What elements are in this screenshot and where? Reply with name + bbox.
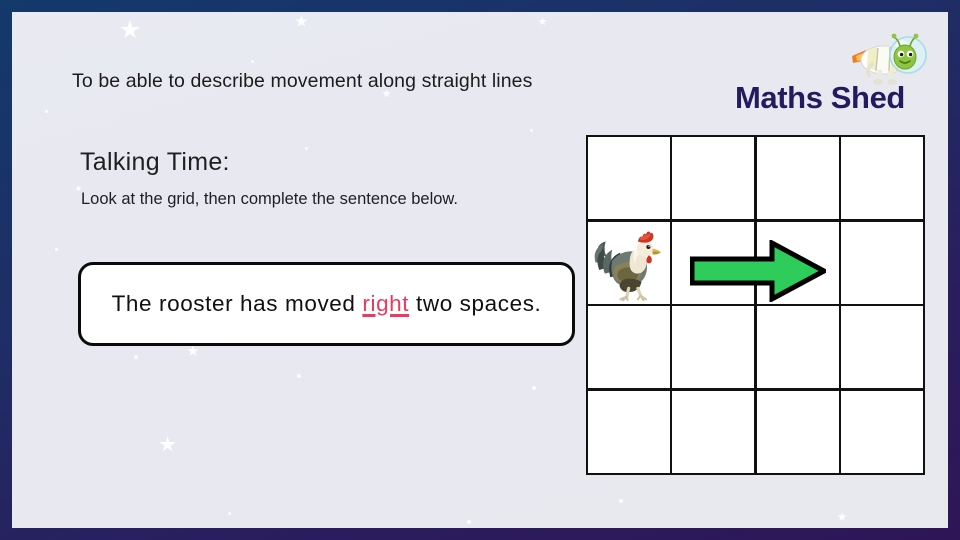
answer-sentence-prefix: The rooster has moved [111, 291, 363, 316]
grid-cell-r2c4[interactable] [841, 221, 923, 304]
maths-shed-logo: Maths Shed [735, 30, 940, 116]
grid-cell-r3c2[interactable] [672, 306, 755, 389]
grid-cell-r2c3[interactable] [756, 221, 839, 304]
grid-cell-r4c4[interactable] [841, 390, 923, 473]
dot-decoration-3 [530, 129, 533, 132]
answer-sentence: The rooster has moved right two spaces. [98, 287, 556, 321]
dot-decoration-4 [134, 355, 138, 359]
grid-cell-r1c4[interactable] [841, 137, 923, 220]
dot-decoration-0 [251, 60, 254, 63]
dot-decoration-10 [55, 248, 58, 251]
grid-cell-r3c3[interactable] [756, 306, 839, 389]
talking-time-instructions: Look at the grid, then complete the sent… [81, 190, 459, 208]
star-decoration-1 [295, 15, 308, 27]
movement-grid[interactable] [586, 135, 925, 475]
dot-decoration-11 [228, 512, 231, 515]
grid-cell-r4c1[interactable] [588, 390, 670, 473]
slide-canvas: To be able to describe movement along st… [12, 12, 948, 528]
slide-frame: To be able to describe movement along st… [0, 0, 960, 540]
answer-sentence-box[interactable]: The rooster has moved right two spaces. [78, 262, 575, 346]
star-decoration-0 [120, 20, 140, 39]
talking-time-heading: Talking Time: [80, 148, 230, 176]
grid-cell-r4c2[interactable] [672, 390, 755, 473]
dot-decoration-8 [619, 499, 623, 503]
page-title: To be able to describe movement along st… [72, 70, 533, 92]
rooster-icon [591, 224, 666, 303]
grid-cell-r2c2[interactable] [672, 221, 755, 304]
answer-blank-word[interactable]: right [362, 291, 409, 316]
grid-cell-r1c3[interactable] [756, 137, 839, 220]
dot-decoration-7 [467, 520, 471, 524]
grid-cell-r1c2[interactable] [672, 137, 755, 220]
star-decoration-6 [837, 512, 847, 522]
grid-cell-r3c4[interactable] [841, 306, 923, 389]
star-decoration-5 [538, 17, 547, 26]
dot-decoration-1 [45, 110, 48, 113]
dot-decoration-2 [305, 147, 308, 150]
dot-decoration-5 [297, 374, 301, 378]
star-decoration-3 [187, 345, 199, 356]
dot-decoration-6 [532, 386, 536, 390]
grid-cell-r3c1[interactable] [588, 306, 670, 389]
grid-cell-r1c1[interactable] [588, 137, 670, 220]
star-decoration-4 [159, 436, 176, 452]
answer-sentence-suffix: two spaces. [409, 291, 542, 316]
grid-cell-r2c1[interactable] [588, 221, 670, 304]
alien-astronaut-mascot-icon [850, 30, 928, 86]
grid-cell-r4c3[interactable] [756, 390, 839, 473]
logo-wordmark: Maths Shed [735, 80, 905, 115]
